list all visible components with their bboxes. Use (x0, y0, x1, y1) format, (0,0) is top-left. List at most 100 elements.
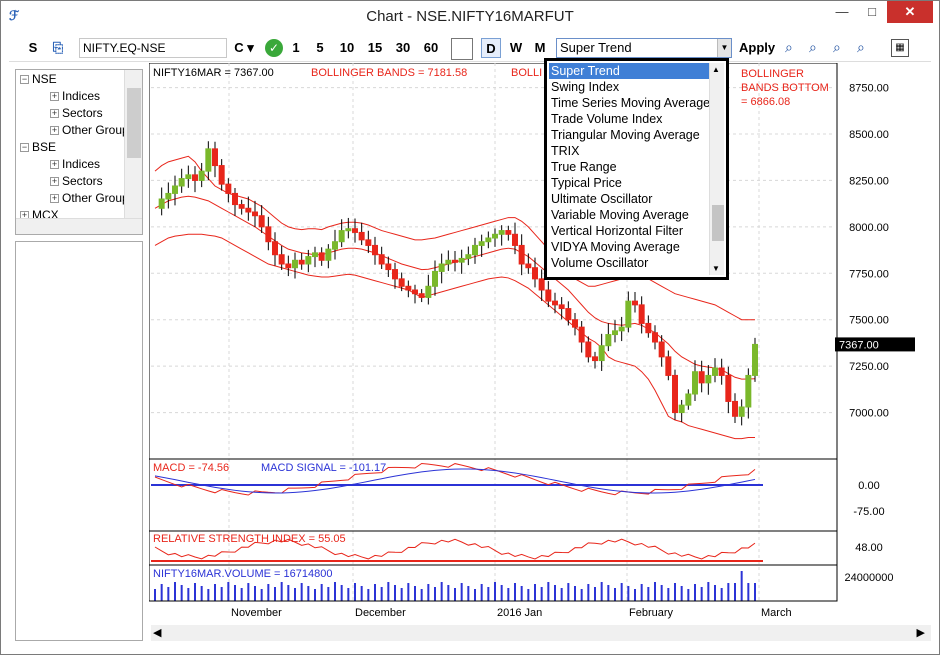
dropdown-scroll-thumb[interactable] (712, 205, 724, 241)
candle-body (278, 254, 285, 265)
volume-bar (714, 585, 716, 601)
tree-scrollbar[interactable] (124, 70, 142, 220)
grid-icon[interactable]: ▦ (891, 39, 909, 57)
indicator-option[interactable]: Variable Moving Average (549, 207, 709, 223)
indicator-option[interactable]: VIDYA Moving Average (549, 239, 709, 255)
candle-body (732, 400, 738, 417)
expand-icon[interactable]: + (50, 177, 59, 187)
tree-node[interactable]: + Other Group (50, 123, 129, 137)
indicator-option[interactable]: Vertical Horizontal Filter (549, 223, 709, 239)
tree-node[interactable]: − BSE (20, 140, 56, 154)
expand-icon[interactable]: + (50, 160, 59, 170)
scroll-right-icon[interactable]: ▶ (917, 626, 925, 639)
candle-body (752, 343, 758, 376)
dropdown-scrollbar[interactable]: ▲ ▼ (709, 63, 724, 275)
tree-scroll-thumb[interactable] (127, 88, 141, 158)
indicator-option[interactable]: Volume Oscillator (549, 255, 709, 271)
scroll-down-icon[interactable]: ▼ (712, 264, 720, 273)
volume-bar (254, 586, 256, 601)
expand-icon[interactable]: + (50, 109, 59, 119)
candle-body (638, 304, 645, 324)
close-button[interactable]: ✕ (887, 1, 933, 23)
candle-body (358, 231, 365, 241)
symbol-search-icon[interactable]: ⎘ (49, 38, 67, 58)
volume-bar (354, 583, 356, 601)
expand-icon[interactable]: + (50, 126, 59, 136)
indicator-option[interactable]: Super Trend (549, 63, 709, 79)
s-button[interactable]: S (27, 38, 39, 58)
candle-body (312, 252, 318, 258)
candle-body (538, 278, 545, 291)
minimize-button[interactable]: — (827, 1, 857, 23)
expand-icon[interactable]: − (20, 143, 29, 153)
indicator-option[interactable]: Trade Volume Index (549, 111, 709, 127)
interval-30-button[interactable]: 30 (393, 38, 413, 58)
timeframe-w-button[interactable]: W (507, 38, 525, 58)
candle-body (678, 404, 685, 414)
volume-bar (194, 583, 196, 601)
indicator-option[interactable]: TRIX (549, 143, 709, 159)
candle-body (545, 289, 552, 302)
tree-node[interactable]: + Indices (50, 89, 100, 103)
scroll-left-icon[interactable]: ◀ (153, 626, 161, 639)
indicator-select[interactable]: Super Trend ▼ (556, 38, 732, 58)
tree-node[interactable]: − NSE (20, 72, 57, 86)
macd-tick-label: 0.00 (858, 480, 879, 492)
tree-horizontal-scrollbar[interactable] (16, 218, 142, 234)
expand-icon[interactable]: − (20, 75, 29, 85)
candle-body (632, 300, 638, 306)
zoom-in-icon[interactable]: ⌕ (785, 39, 801, 55)
interval-10-button[interactable]: 10 (337, 38, 357, 58)
zoom-out-icon[interactable]: ⌕ (809, 39, 825, 55)
indicator-option[interactable]: Triangular Moving Average (549, 127, 709, 143)
expand-icon[interactable]: + (50, 92, 59, 102)
volume-bar (434, 587, 436, 601)
candle-body (665, 356, 672, 376)
apply-button[interactable]: Apply (739, 38, 775, 58)
tree-node[interactable]: + Sectors (50, 174, 103, 188)
indicator-option[interactable]: Swing Index (549, 79, 709, 95)
chart-area[interactable]: 8750.00 8500.00 8250.00 8000.00 7750.00 7500.… (149, 63, 931, 643)
zoom-fit-icon[interactable]: ⌕ (857, 39, 873, 55)
indicator-option[interactable]: True Range (549, 159, 709, 175)
indicator-option[interactable]: Time Series Moving Average (549, 95, 709, 111)
volume-bar (480, 584, 483, 601)
timeframe-d-button[interactable]: D (481, 38, 501, 58)
candle-body (232, 192, 238, 206)
check-icon[interactable]: ✓ (265, 39, 283, 57)
volume-bar (640, 584, 643, 601)
expand-icon[interactable]: + (50, 194, 59, 204)
candle-body (272, 241, 278, 256)
scroll-up-icon[interactable]: ▲ (712, 65, 720, 74)
chart-type-dropdown[interactable]: C ▾ (229, 38, 259, 58)
chart-horizontal-scrollbar[interactable]: ◀ ▶ (151, 625, 931, 641)
tree-node[interactable]: + Sectors (50, 106, 103, 120)
custom-interval-box[interactable] (451, 38, 473, 60)
volume-bar (740, 571, 743, 601)
candle-body (225, 183, 232, 194)
volume-bar (574, 586, 576, 601)
maximize-button[interactable]: □ (857, 1, 887, 23)
indicator-option[interactable]: Typical Price (549, 175, 709, 191)
symbol-input[interactable] (79, 38, 227, 58)
candle-body (698, 371, 705, 384)
indicator-option[interactable]: Ultimate Oscillator (549, 191, 709, 207)
interval-15-button[interactable]: 15 (365, 38, 385, 58)
volume-bar (334, 582, 336, 601)
interval-1-button[interactable]: 1 (289, 38, 303, 58)
candle-body (258, 215, 265, 228)
zoom-reset-icon[interactable]: ⌕ (833, 39, 849, 55)
volume-bar (707, 582, 710, 601)
timeframe-m-button[interactable]: M (531, 38, 549, 58)
chevron-down-icon[interactable]: ▼ (717, 39, 731, 57)
volume-bar (427, 584, 430, 601)
candle-body (712, 367, 718, 376)
tree-node[interactable]: + Indices (50, 157, 100, 171)
tree-node-label: Other Group (62, 191, 129, 205)
interval-5-button[interactable]: 5 (313, 38, 327, 58)
last-price-label: 7367.00 (839, 339, 879, 351)
volume-bar (340, 585, 343, 601)
volume-bar (260, 589, 263, 601)
interval-60-button[interactable]: 60 (421, 38, 441, 58)
tree-node[interactable]: + Other Group (50, 191, 129, 205)
